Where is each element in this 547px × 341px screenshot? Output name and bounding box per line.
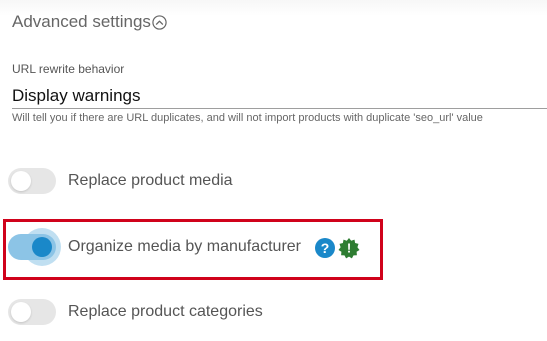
organize-media-label: Organize media by manufacturer — [68, 238, 301, 255]
url-rewrite-select[interactable]: Display warnings — [12, 84, 547, 109]
organize-media-toggle[interactable] — [8, 228, 61, 266]
replace-categories-row: Replace product categories — [8, 297, 263, 327]
replace-media-toggle[interactable] — [8, 166, 58, 196]
replace-categories-toggle[interactable] — [8, 297, 58, 327]
chevron-up-circle-icon — [152, 15, 167, 30]
badge-glyph: ! — [347, 241, 351, 256]
help-icon[interactable]: ? — [315, 238, 335, 258]
url-rewrite-hint: Will tell you if there are URL duplicate… — [12, 112, 483, 124]
replace-media-label: Replace product media — [68, 172, 233, 189]
toggle-knob — [32, 237, 52, 257]
url-rewrite-label: URL rewrite behavior — [12, 62, 125, 76]
organize-media-row: Organize media by manufacturer — [8, 228, 301, 266]
seal-warning-icon[interactable]: ! — [338, 237, 360, 259]
toggle-knob — [11, 171, 31, 191]
replace-categories-label: Replace product categories — [68, 303, 263, 320]
url-rewrite-value: Display warnings — [12, 86, 141, 105]
advanced-settings-toggle[interactable]: Advanced settings — [12, 12, 167, 32]
advanced-settings-title: Advanced settings — [12, 12, 151, 31]
help-glyph: ? — [320, 240, 330, 256]
replace-media-row: Replace product media — [8, 166, 233, 196]
toggle-knob — [11, 302, 31, 322]
